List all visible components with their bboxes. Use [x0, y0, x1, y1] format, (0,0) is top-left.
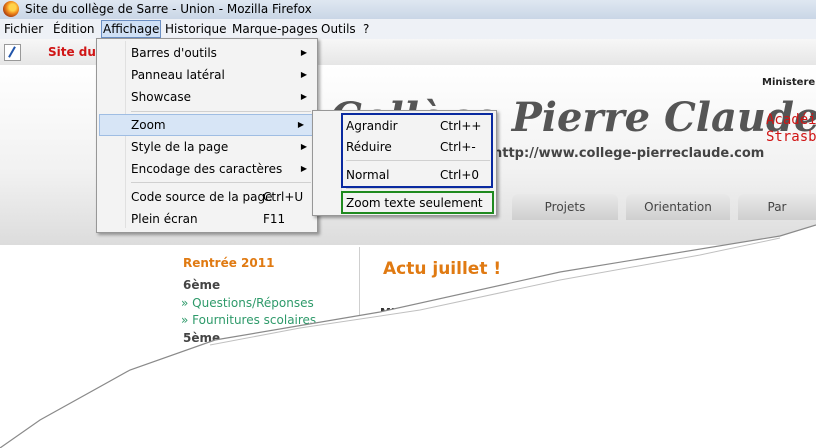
menu-item-style-page[interactable]: Style de la page ▶: [131, 137, 307, 157]
menu-item-shortcut: F11: [263, 212, 286, 226]
menu-item-panneau-lateral[interactable]: Panneau latéral ▶: [131, 65, 307, 85]
menu-item-label: Code source de la page: [131, 190, 273, 204]
torn-page-fill: [0, 225, 816, 448]
zoom-options-highlight-box: [341, 113, 493, 188]
menu-item-barres-outils[interactable]: Barres d'outils ▶: [131, 43, 307, 63]
submenu-arrow-icon: ▶: [300, 48, 307, 57]
menu-item-code-source[interactable]: Code source de la page Ctrl+U: [131, 187, 311, 207]
menu-item-label: Barres d'outils: [131, 46, 217, 60]
menu-item-showcase[interactable]: Showcase ▶: [131, 87, 307, 107]
menu-item-zoom[interactable]: Zoom ▶: [99, 114, 315, 136]
submenu-arrow-icon: ▶: [300, 70, 307, 79]
submenu-arrow-icon: ▶: [300, 142, 307, 151]
menu-item-label: Zoom: [131, 118, 166, 132]
submenu-arrow-icon: ▶: [297, 120, 304, 129]
submenu-arrow-icon: ▶: [300, 92, 307, 101]
menu-item-label: Panneau latéral: [131, 68, 225, 82]
menu-item-label: Plein écran: [131, 212, 198, 226]
menu-separator: [131, 111, 311, 112]
affichage-menu: Barres d'outils ▶ Panneau latéral ▶ Show…: [96, 38, 318, 233]
menu-separator: [346, 188, 490, 189]
submenu-arrow-icon: ▶: [300, 164, 307, 173]
menu-item-plein-ecran[interactable]: Plein écran F11: [131, 209, 311, 229]
menu-item-shortcut: Ctrl+U: [263, 190, 304, 204]
menu-item-encodage[interactable]: Encodage des caractères ▶: [131, 159, 307, 179]
menu-item-label: Encodage des caractères: [131, 162, 283, 176]
zoom-text-only-highlight-box: [341, 191, 494, 214]
menu-item-label: Style de la page: [131, 140, 229, 154]
menu-item-label: Showcase: [131, 90, 191, 104]
menu-separator: [131, 182, 311, 183]
